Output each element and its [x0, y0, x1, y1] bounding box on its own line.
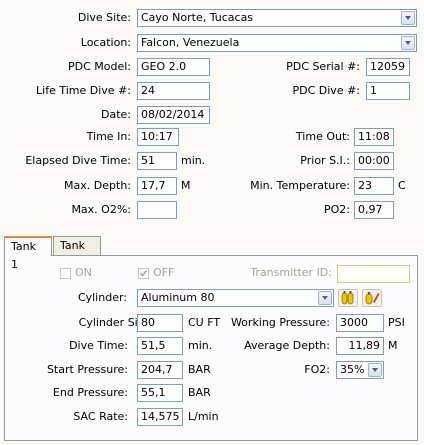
tab-tank-1[interactable]: Tank 1	[4, 236, 52, 271]
elapsed-time-field[interactable]: 51	[137, 152, 177, 170]
average-depth-unit: M	[388, 339, 398, 352]
fo2-label: FO2:	[304, 363, 330, 376]
dive-site-select[interactable]: Cayo Norte, Tucacas	[137, 9, 417, 27]
cylinder-select[interactable]: Aluminum 80	[137, 289, 334, 307]
max-depth-unit: M	[181, 179, 191, 192]
chevron-down-icon[interactable]	[368, 363, 382, 377]
chevron-down-icon[interactable]	[401, 11, 415, 25]
date-field[interactable]: 08/02/2014	[137, 106, 210, 124]
po2-field[interactable]: 0,97	[354, 201, 394, 219]
prior-si-label: Prior S.I.:	[300, 154, 350, 167]
end-pressure-unit: BAR	[188, 386, 211, 399]
tab-tank-2[interactable]: Tank 2	[53, 236, 101, 270]
lifetime-dive-label: Life Time Dive #:	[36, 84, 131, 97]
cylinder-label: Cylinder:	[77, 291, 127, 304]
fo2-select[interactable]: 35%	[336, 361, 384, 379]
dive-time-field[interactable]: 51,5	[137, 337, 183, 355]
tank-yellow-button[interactable]	[338, 289, 358, 307]
average-depth-label: Average Depth:	[244, 339, 330, 352]
pdc-dive-field[interactable]: 1	[366, 82, 410, 100]
tank-edit-icon	[365, 292, 380, 305]
elapsed-time-unit: min.	[181, 154, 206, 167]
pdc-serial-field[interactable]: 12059	[366, 58, 410, 76]
pdc-serial-label: PDC Serial #:	[286, 60, 360, 73]
prior-si-field[interactable]: 00:00	[354, 152, 394, 170]
chevron-down-icon[interactable]	[401, 36, 415, 50]
sac-rate-field[interactable]: 14,575	[137, 408, 183, 426]
po2-label: PO2:	[324, 203, 350, 216]
max-depth-label: Max. Depth:	[64, 179, 131, 192]
location-select[interactable]: Falcon, Venezuela	[137, 34, 417, 52]
dive-site-label: Dive Site:	[77, 11, 131, 24]
fo2-value: 35%	[340, 363, 365, 376]
start-pressure-label: Start Pressure:	[46, 363, 128, 376]
working-pressure-field[interactable]: 3000	[336, 314, 384, 332]
sac-rate-unit: L/min	[188, 410, 219, 423]
end-pressure-field[interactable]: 55,1	[137, 384, 183, 402]
working-pressure-label: Working Pressure:	[230, 316, 330, 329]
on-label: ON	[75, 266, 92, 279]
chevron-down-icon[interactable]	[318, 291, 332, 305]
off-label: OFF	[153, 266, 175, 279]
average-depth-field[interactable]: 11,89	[336, 337, 384, 355]
start-pressure-unit: BAR	[188, 363, 211, 376]
start-pressure-field[interactable]: 204,7	[137, 361, 183, 379]
elapsed-time-label: Elapsed Dive Time:	[25, 154, 131, 167]
max-o2-label: Max. O2%:	[71, 203, 131, 216]
cylinder-value: Aluminum 80	[141, 291, 215, 304]
cylinder-size-unit: CU FT	[188, 316, 221, 329]
max-depth-field[interactable]: 17,7	[137, 177, 177, 195]
time-in-field[interactable]: 10:17	[137, 128, 179, 146]
time-in-label: Time In:	[86, 130, 131, 143]
time-out-label: Time Out:	[295, 130, 350, 143]
location-value: Falcon, Venezuela	[141, 36, 240, 49]
min-temp-label: Min. Temperature:	[250, 179, 350, 192]
min-temp-field[interactable]: 23	[354, 177, 394, 195]
time-out-field[interactable]: 11:08	[354, 128, 394, 146]
on-checkbox[interactable]	[60, 268, 71, 279]
tank-yellow-icon	[341, 291, 354, 305]
cylinder-size-field[interactable]: 80	[137, 314, 183, 332]
transmitter-id-field[interactable]	[337, 265, 410, 283]
pdc-model-label: PDC Model:	[67, 60, 131, 73]
dive-time-label: Dive Time:	[69, 339, 128, 352]
working-pressure-unit: PSI	[388, 316, 405, 329]
pdc-dive-label: PDC Dive #:	[292, 84, 360, 97]
transmitter-id-label: Transmitter ID:	[250, 266, 332, 279]
end-pressure-label: End Pressure:	[52, 386, 128, 399]
tank-edit-button[interactable]	[362, 289, 382, 307]
dive-site-value: Cayo Norte, Tucacas	[141, 11, 254, 24]
lifetime-dive-field[interactable]: 24	[137, 82, 210, 100]
off-checkbox[interactable]	[138, 268, 149, 279]
pdc-model-field[interactable]: GEO 2.0	[137, 58, 210, 76]
min-temp-unit: C	[398, 179, 406, 192]
date-label: Date:	[101, 108, 131, 121]
location-label: Location:	[80, 36, 131, 49]
dive-time-unit: min.	[188, 339, 213, 352]
checkmark-icon	[139, 270, 148, 277]
max-o2-field[interactable]	[137, 201, 177, 219]
sac-rate-label: SAC Rate:	[73, 410, 128, 423]
